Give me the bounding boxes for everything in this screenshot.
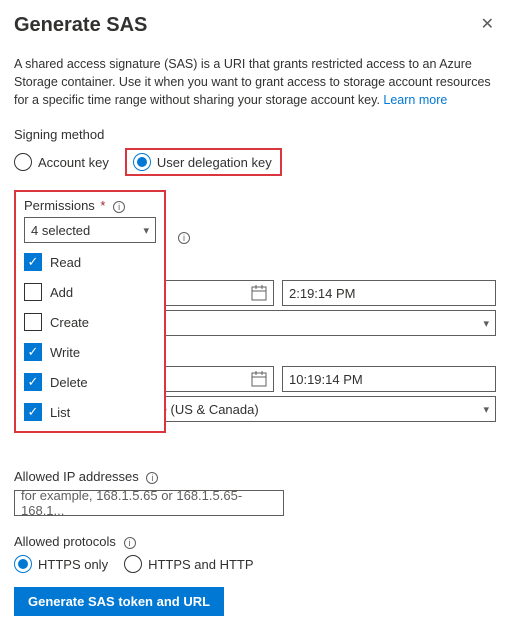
checkbox-icon: ✓	[24, 373, 42, 391]
calendar-icon	[251, 285, 267, 301]
checkbox-icon	[24, 313, 42, 331]
signing-method-label: Signing method	[14, 127, 496, 142]
allowed-protocols-label: Allowed protocols	[14, 534, 116, 549]
permission-label: Create	[50, 315, 89, 330]
panel-title: Generate SAS	[14, 14, 496, 37]
permission-label: Write	[50, 345, 80, 360]
learn-more-link[interactable]: Learn more	[383, 93, 447, 107]
permission-option-add[interactable]: Add	[24, 277, 156, 307]
allowed-ip-label: Allowed IP addresses	[14, 469, 139, 484]
permissions-dropdown[interactable]: 4 selected ▾	[24, 217, 156, 243]
radio-label: HTTPS only	[38, 557, 108, 572]
info-icon[interactable]: i	[113, 201, 125, 213]
checkbox-icon: ✓	[24, 343, 42, 361]
calendar-icon	[251, 371, 267, 387]
checkbox-icon	[24, 283, 42, 301]
radio-label: User delegation key	[157, 155, 272, 170]
permission-option-write[interactable]: ✓ Write	[24, 337, 156, 367]
generate-sas-button[interactable]: Generate SAS token and URL	[14, 587, 224, 616]
close-icon[interactable]: ✕	[481, 14, 494, 34]
highlight-permissions: Permissions * i 4 selected ▾ ✓ Read Add …	[14, 190, 166, 433]
permission-option-list[interactable]: ✓ List	[24, 397, 156, 427]
highlight-user-delegation: User delegation key	[125, 148, 282, 176]
chevron-down-icon: ▾	[483, 317, 489, 330]
info-icon[interactable]: i	[178, 232, 190, 244]
permissions-label: Permissions	[24, 198, 95, 213]
permission-label: Add	[50, 285, 73, 300]
permission-label: Read	[50, 255, 81, 270]
permissions-summary: 4 selected	[31, 223, 90, 238]
radio-account-key[interactable]: Account key	[14, 153, 109, 171]
allowed-ip-placeholder: for example, 168.1.5.65 or 168.1.5.65-16…	[21, 488, 277, 518]
radio-icon	[14, 153, 32, 171]
start-time-value: 2:19:14 PM	[289, 286, 356, 301]
radio-label: Account key	[38, 155, 109, 170]
radio-icon	[133, 153, 151, 171]
permission-label: List	[50, 405, 70, 420]
permission-option-read[interactable]: ✓ Read	[24, 247, 156, 277]
chevron-down-icon: ▾	[483, 403, 489, 416]
permission-label: Delete	[50, 375, 88, 390]
checkbox-icon: ✓	[24, 403, 42, 421]
expiry-time-value: 10:19:14 PM	[289, 372, 363, 387]
info-icon[interactable]: i	[124, 537, 136, 549]
chevron-down-icon: ▾	[143, 224, 149, 237]
info-icon[interactable]: i	[146, 472, 158, 484]
required-indicator: *	[100, 198, 105, 213]
start-time-input[interactable]: 2:19:14 PM	[282, 280, 496, 306]
radio-label: HTTPS and HTTP	[148, 557, 253, 572]
radio-user-delegation-key[interactable]: User delegation key	[133, 153, 272, 171]
allowed-ip-input[interactable]: for example, 168.1.5.65 or 168.1.5.65-16…	[14, 490, 284, 516]
permission-option-create[interactable]: Create	[24, 307, 156, 337]
description-text: A shared access signature (SAS) is a URI…	[14, 55, 496, 109]
checkbox-icon: ✓	[24, 253, 42, 271]
expiry-time-input[interactable]: 10:19:14 PM	[282, 366, 496, 392]
permission-option-delete[interactable]: ✓ Delete	[24, 367, 156, 397]
